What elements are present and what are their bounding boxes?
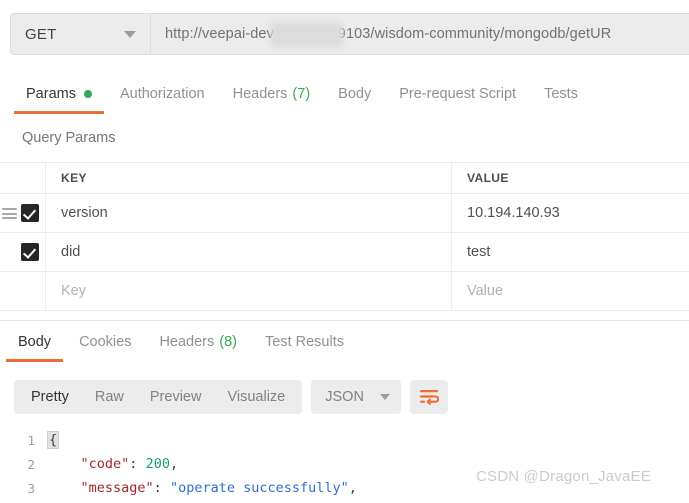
request-tabs: Params Authorization Headers (7) Body Pr… xyxy=(0,83,689,120)
tab-tests[interactable]: Tests xyxy=(530,83,592,114)
column-header-value: VALUE xyxy=(467,171,509,185)
word-wrap-button[interactable] xyxy=(409,380,448,414)
table-row[interactable]: version 10.194.140.93 xyxy=(0,194,689,233)
response-tabs: Body Cookies Headers (8) Test Results xyxy=(0,331,689,367)
table-row-empty[interactable]: Key Value xyxy=(0,272,689,311)
tab-params-label: Params xyxy=(26,86,76,102)
response-tab-cookies-label: Cookies xyxy=(79,334,132,350)
response-format-label: JSON xyxy=(325,389,364,405)
response-tab-body-label: Body xyxy=(18,334,52,350)
response-tab-headers[interactable]: Headers (8) xyxy=(145,331,251,362)
query-params-table: KEY VALUE version 10.194.140.93 did test… xyxy=(0,162,689,311)
row-select-cell xyxy=(0,233,45,271)
table-row[interactable]: did test xyxy=(0,233,689,272)
url-text: http://veepai-dev .eye4.cn:9103/wisdom-c… xyxy=(165,26,612,42)
json-colon: : xyxy=(153,480,170,496)
tab-authorization[interactable]: Authorization xyxy=(106,83,219,114)
tab-tests-label: Tests xyxy=(544,86,578,102)
table-header-row: KEY VALUE xyxy=(0,163,689,194)
chevron-down-icon xyxy=(379,394,390,400)
query-params-title: Query Params xyxy=(22,130,116,146)
row-value-text: 10.194.140.93 xyxy=(467,205,560,221)
new-key-input[interactable]: Key xyxy=(45,272,452,310)
postman-window: GET http://veepai-dev .eye4.cn:9103/wisd… xyxy=(0,0,689,503)
view-mode-segmented-control: Pretty Raw Preview Visualize xyxy=(14,380,303,414)
row-key-text: version xyxy=(61,205,108,221)
tab-authorization-label: Authorization xyxy=(119,86,205,102)
row-key-input[interactable]: version xyxy=(45,194,452,232)
watermark: CSDN @Dragon_JavaEE xyxy=(476,468,651,485)
tab-headers-count: (7) xyxy=(292,86,311,102)
response-tab-body[interactable]: Body xyxy=(4,331,65,362)
line-number: 1 xyxy=(27,432,35,448)
response-divider xyxy=(0,320,689,321)
view-mode-raw-label: Raw xyxy=(94,389,124,405)
row-checkbox[interactable] xyxy=(21,204,39,222)
line-number: 3 xyxy=(27,480,35,496)
view-mode-preview-label: Preview xyxy=(149,389,202,405)
response-tab-test-results[interactable]: Test Results xyxy=(251,331,358,362)
response-toolbar: Pretty Raw Preview Visualize JSON xyxy=(14,380,448,414)
header-select-cell xyxy=(0,163,45,193)
view-mode-pretty-label: Pretty xyxy=(31,389,69,405)
url-input[interactable]: http://veepai-dev .eye4.cn:9103/wisdom-c… xyxy=(150,13,689,55)
response-body-code[interactable]: 1 { 2 "code": 200, 3 "message": "operate… xyxy=(0,428,689,503)
json-key: "message" xyxy=(80,480,154,496)
tab-pre-request-script[interactable]: Pre-request Script xyxy=(385,83,530,114)
view-mode-visualize[interactable]: Visualize xyxy=(214,380,298,414)
view-mode-preview[interactable]: Preview xyxy=(137,380,215,414)
row-select-cell xyxy=(0,272,45,310)
json-comma: , xyxy=(348,480,357,496)
json-comma: , xyxy=(169,456,179,472)
response-tab-cookies[interactable]: Cookies xyxy=(65,331,145,362)
code-line: 1 { xyxy=(0,428,689,452)
json-key: "code" xyxy=(80,456,130,472)
row-key-input[interactable]: did xyxy=(45,233,452,271)
row-checkbox[interactable] xyxy=(21,243,39,261)
response-tab-test-results-label: Test Results xyxy=(265,334,344,350)
http-method-label: GET xyxy=(25,25,57,43)
tab-headers[interactable]: Headers (7) xyxy=(219,83,325,114)
response-tab-headers-label: Headers xyxy=(159,334,215,350)
json-open-brace: { xyxy=(47,431,60,449)
code-line-text: "code": 200, xyxy=(48,456,179,472)
json-number-value: 200 xyxy=(145,456,170,472)
tab-headers-label: Headers xyxy=(232,86,288,102)
new-value-input[interactable]: Value xyxy=(452,272,689,310)
header-key-cell: KEY xyxy=(45,163,452,193)
row-value-text: test xyxy=(467,244,491,260)
response-tab-headers-count: (8) xyxy=(219,334,237,350)
row-value-input[interactable]: 10.194.140.93 xyxy=(452,194,689,232)
tab-body-label: Body xyxy=(338,86,372,102)
row-select-cell xyxy=(0,194,45,232)
json-colon: : xyxy=(129,456,146,472)
view-mode-visualize-label: Visualize xyxy=(227,389,286,405)
tab-pre-request-script-label: Pre-request Script xyxy=(399,86,517,102)
row-value-input[interactable]: test xyxy=(452,233,689,271)
view-mode-raw[interactable]: Raw xyxy=(82,380,137,414)
code-line-text: { xyxy=(47,431,60,449)
tab-body[interactable]: Body xyxy=(324,83,385,114)
code-line-text: "message": "operate successfully", xyxy=(48,480,357,496)
http-method-select[interactable]: GET xyxy=(10,13,150,55)
params-modified-dot-icon xyxy=(83,90,92,98)
header-value-cell: VALUE xyxy=(452,163,689,193)
new-value-placeholder: Value xyxy=(467,283,504,299)
word-wrap-icon xyxy=(419,390,439,405)
line-number: 2 xyxy=(27,456,35,472)
request-url-bar: GET http://veepai-dev .eye4.cn:9103/wisd… xyxy=(10,13,689,55)
view-mode-pretty[interactable]: Pretty xyxy=(18,380,82,414)
response-format-select[interactable]: JSON xyxy=(311,380,401,414)
column-header-key: KEY xyxy=(61,171,87,185)
drag-handle-icon[interactable] xyxy=(2,208,17,219)
chevron-down-icon xyxy=(124,31,136,38)
json-string-value: "operate successfully" xyxy=(169,480,349,496)
new-key-placeholder: Key xyxy=(61,283,86,299)
row-key-text: did xyxy=(61,244,81,260)
tab-params[interactable]: Params xyxy=(12,83,106,114)
